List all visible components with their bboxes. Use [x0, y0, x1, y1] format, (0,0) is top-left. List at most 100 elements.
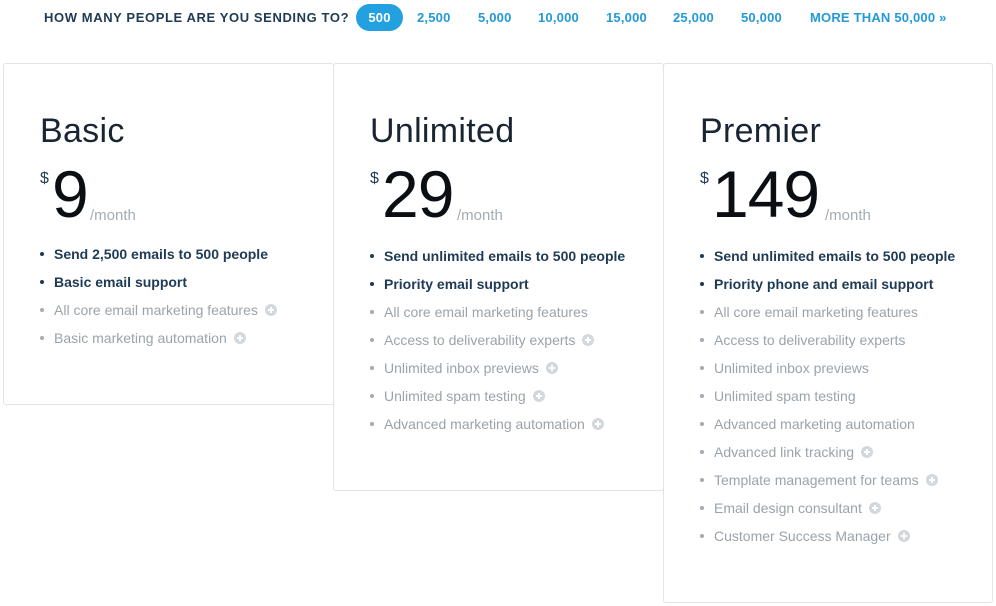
bullet-icon: [370, 254, 374, 258]
feature-text: Customer Success Manager: [714, 528, 891, 544]
feature-list: Send 2,500 emails to 500 people Basic ema…: [40, 240, 277, 352]
plus-circle-icon[interactable]: [897, 530, 910, 542]
plus-circle-icon[interactable]: [233, 332, 246, 344]
feature-text: Template management for teams: [714, 472, 919, 488]
bullet-icon: [700, 478, 704, 482]
feature-text: Basic email support: [54, 274, 188, 290]
plan-card-premier: Premier $ 149 /month Send unlimited emai…: [663, 63, 993, 603]
bullet-icon: [700, 366, 704, 370]
price-currency: $: [370, 170, 379, 187]
recipient-option-25000[interactable]: 25,000: [673, 4, 714, 31]
recipient-option-5000[interactable]: 5,000: [478, 4, 512, 31]
plus-circle-icon[interactable]: [925, 474, 938, 486]
plan-card-unlimited: Unlimited $ 29 /month Send unlimited ema…: [333, 63, 664, 491]
feature-list: Send unlimited emails to 500 people Prior…: [370, 242, 625, 438]
feature-item: All core email marketing features: [370, 298, 625, 326]
feature-item: Customer Success Manager: [700, 522, 955, 550]
recipient-question: HOW MANY PEOPLE ARE YOU SENDING TO?: [44, 10, 350, 25]
recipient-option-15000[interactable]: 15,000: [606, 4, 647, 31]
recipient-option-2500[interactable]: 2,500: [417, 4, 451, 31]
plan-name: Unlimited: [370, 112, 515, 150]
bullet-icon: [700, 506, 704, 510]
feature-item: Unlimited spam testing: [370, 382, 625, 410]
plus-circle-icon[interactable]: [591, 418, 604, 430]
feature-text: Advanced link tracking: [714, 444, 855, 460]
feature-text: Advanced marketing automation: [714, 416, 915, 432]
bullet-icon: [40, 308, 44, 312]
feature-text: Send 2,500 emails to 500 people: [54, 246, 268, 262]
feature-item: Send unlimited emails to 500 people: [370, 242, 625, 270]
feature-item: Send unlimited emails to 500 people: [700, 242, 955, 270]
price-amount: 149: [712, 157, 820, 231]
bullet-icon: [700, 450, 704, 454]
feature-item: Advanced marketing automation: [370, 410, 625, 438]
feature-item: Priority phone and email support: [700, 270, 955, 298]
bullet-icon: [370, 338, 374, 342]
feature-text: Send unlimited emails to 500 people: [714, 248, 956, 264]
feature-text: Access to deliverability experts: [714, 332, 906, 348]
plan-name: Basic: [40, 112, 125, 150]
recipient-option-10000[interactable]: 10,000: [538, 4, 579, 31]
plus-circle-icon[interactable]: [532, 390, 545, 402]
feature-text: Priority email support: [384, 276, 529, 292]
bullet-icon: [700, 422, 704, 426]
feature-item: Email design consultant: [700, 494, 955, 522]
recipient-option-500[interactable]: 500: [356, 4, 403, 31]
bullet-icon: [40, 252, 44, 256]
bullet-icon: [370, 422, 374, 426]
feature-text: Access to deliverability experts: [384, 332, 576, 348]
price-period: /month: [825, 207, 871, 224]
price-currency: $: [700, 170, 709, 187]
feature-item: All core email marketing features: [40, 296, 277, 324]
bullet-icon: [700, 254, 704, 258]
price-currency: $: [40, 170, 49, 187]
plus-circle-icon[interactable]: [861, 446, 874, 458]
feature-item: Unlimited inbox previews: [370, 354, 625, 382]
feature-item: Unlimited inbox previews: [700, 354, 955, 382]
feature-item: All core email marketing features: [700, 298, 955, 326]
feature-item: Access to deliverability experts: [370, 326, 625, 354]
price-amount: 9: [52, 157, 89, 231]
feature-text: Priority phone and email support: [714, 276, 934, 292]
bullet-icon: [700, 310, 704, 314]
plus-circle-icon[interactable]: [582, 334, 595, 346]
bullet-icon: [370, 394, 374, 398]
bullet-icon: [700, 394, 704, 398]
plus-circle-icon[interactable]: [868, 502, 881, 514]
feature-text: Unlimited inbox previews: [714, 360, 869, 376]
bullet-icon: [700, 534, 704, 538]
feature-text: Send unlimited emails to 500 people: [384, 248, 626, 264]
feature-text: Unlimited inbox previews: [384, 360, 539, 376]
feature-text: Unlimited spam testing: [714, 388, 856, 404]
feature-item: Unlimited spam testing: [700, 382, 955, 410]
feature-text: Email design consultant: [714, 500, 862, 516]
bullet-icon: [370, 366, 374, 370]
feature-text: All core email marketing features: [384, 304, 588, 320]
bullet-icon: [370, 282, 374, 286]
feature-text: All core email marketing features: [54, 302, 258, 318]
feature-text: Basic marketing automation: [54, 330, 227, 346]
feature-item: Priority email support: [370, 270, 625, 298]
feature-item: Send 2,500 emails to 500 people: [40, 240, 277, 268]
bullet-icon: [700, 338, 704, 342]
bullet-icon: [700, 282, 704, 286]
plus-circle-icon[interactable]: [545, 362, 558, 374]
feature-text: Advanced marketing automation: [384, 416, 585, 432]
recipient-option-more-than-50000[interactable]: MORE THAN 50,000 »: [810, 4, 947, 31]
plus-circle-icon[interactable]: [264, 304, 277, 316]
feature-text: All core email marketing features: [714, 304, 918, 320]
price-amount: 29: [382, 157, 454, 231]
feature-item: Basic email support: [40, 268, 277, 296]
feature-text: Unlimited spam testing: [384, 388, 526, 404]
feature-item: Access to deliverability experts: [700, 326, 955, 354]
recipient-option-50000[interactable]: 50,000: [741, 4, 782, 31]
price-period: /month: [90, 207, 136, 224]
plan-name: Premier: [700, 112, 822, 150]
feature-item: Basic marketing automation: [40, 324, 277, 352]
price-period: /month: [457, 207, 503, 224]
feature-item: Template management for teams: [700, 466, 955, 494]
feature-item: Advanced link tracking: [700, 438, 955, 466]
feature-item: Advanced marketing automation: [700, 410, 955, 438]
recipient-selector: HOW MANY PEOPLE ARE YOU SENDING TO? 500 …: [0, 0, 996, 36]
bullet-icon: [40, 336, 44, 340]
